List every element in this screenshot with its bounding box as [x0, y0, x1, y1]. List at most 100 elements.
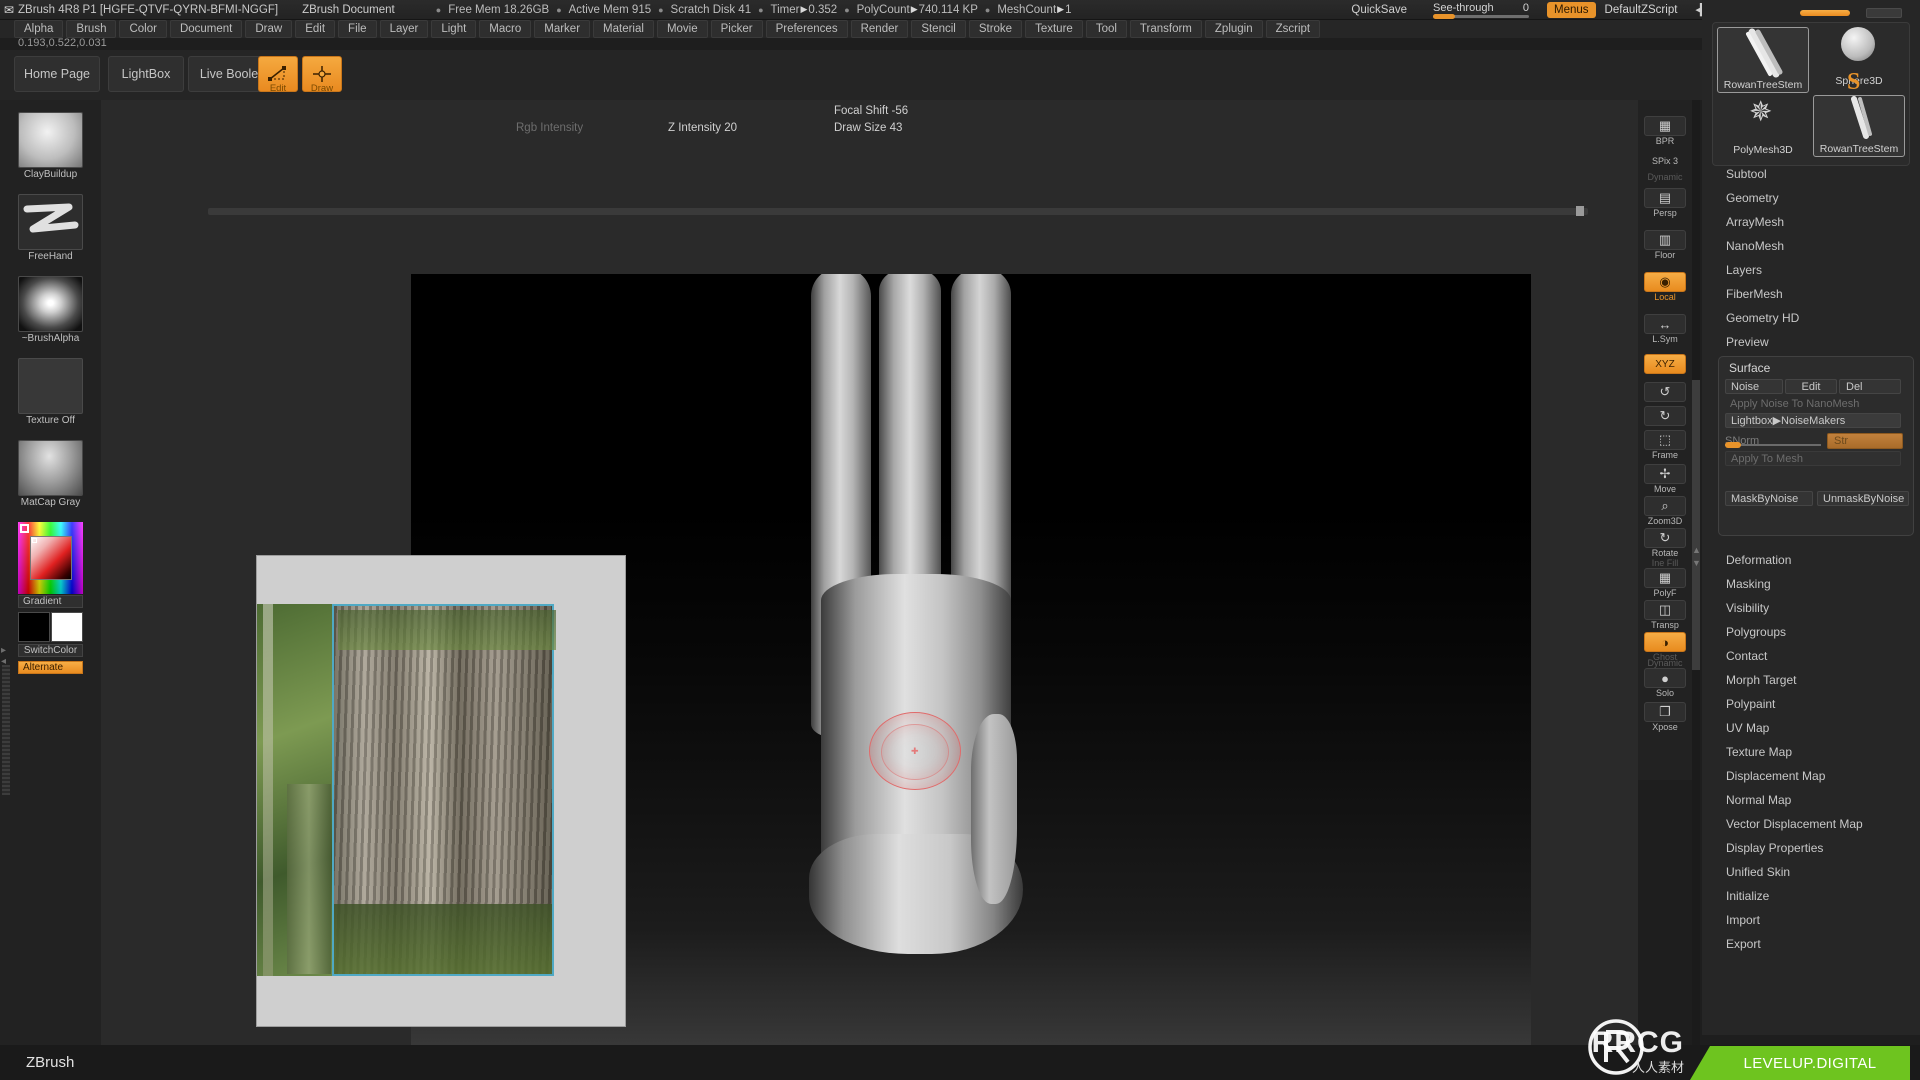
- tray-section-vector-displacement-map[interactable]: Vector Displacement Map: [1726, 817, 1863, 831]
- menu-picker[interactable]: Picker: [710, 20, 763, 38]
- tray-section-display-properties[interactable]: Display Properties: [1726, 841, 1823, 855]
- menu-render[interactable]: Render: [850, 20, 909, 38]
- tray-section-layers[interactable]: Layers: [1726, 263, 1762, 277]
- tray-section-arraymesh[interactable]: ArrayMesh: [1726, 215, 1784, 229]
- scroll-up-icon[interactable]: ▲: [1692, 545, 1701, 555]
- bpr-button[interactable]: ▦ BPR: [1644, 116, 1686, 146]
- material-swatch-left[interactable]: MatCap Gray: [18, 440, 83, 508]
- left-tray-collapse-icon[interactable]: ▸ ◂: [1, 645, 6, 667]
- lightbox-button[interactable]: LightBox: [108, 56, 184, 92]
- rotate-button-right[interactable]: ↻ Rotate: [1644, 528, 1686, 558]
- menu-transform[interactable]: Transform: [1129, 20, 1202, 38]
- switch-color-button[interactable]: SwitchColor: [18, 644, 83, 657]
- local-button[interactable]: ◉ Local: [1644, 272, 1686, 302]
- menu-movie[interactable]: Movie: [656, 20, 708, 38]
- tray-section-unified-skin[interactable]: Unified Skin: [1726, 865, 1790, 879]
- surface-title[interactable]: Surface: [1729, 361, 1770, 375]
- xpose-button[interactable]: ❐ Xpose: [1644, 702, 1686, 732]
- polyframe-button[interactable]: ▦ PolyF: [1644, 568, 1686, 598]
- menu-stencil[interactable]: Stencil: [911, 20, 966, 38]
- menu-macro[interactable]: Macro: [479, 20, 532, 38]
- tray-button-top[interactable]: [1866, 8, 1902, 18]
- menu-marker[interactable]: Marker: [534, 20, 591, 38]
- noise-button[interactable]: Noise: [1725, 379, 1783, 394]
- primary-color-swatch[interactable]: [18, 612, 50, 642]
- tray-section-geometry[interactable]: Geometry: [1726, 191, 1779, 205]
- floor-button[interactable]: ▥ Floor: [1644, 230, 1686, 260]
- tray-section-masking[interactable]: Masking: [1726, 577, 1771, 591]
- tray-slider-top[interactable]: [1800, 10, 1850, 16]
- apply-to-mesh-button[interactable]: Apply To Mesh: [1725, 451, 1901, 466]
- see-through-knob[interactable]: [1433, 13, 1456, 19]
- menu-preferences[interactable]: Preferences: [765, 20, 848, 38]
- menu-material[interactable]: Material: [593, 20, 654, 38]
- tool-thumb-rowantreestem-2[interactable]: RowanTreeStem: [1813, 95, 1905, 157]
- tray-section-deformation[interactable]: Deformation: [1726, 553, 1791, 567]
- texture-swatch[interactable]: Texture Off: [18, 358, 83, 426]
- menu-draw[interactable]: Draw: [245, 20, 293, 38]
- zscript-label[interactable]: DefaultZScript: [1605, 4, 1678, 16]
- home-page-button[interactable]: Home Page: [14, 56, 100, 92]
- tool-thumb-rowantreestem-1[interactable]: RowanTreeStem: [1717, 27, 1809, 93]
- scroll-down-icon[interactable]: ▼: [1692, 558, 1701, 568]
- tray-section-preview[interactable]: Preview: [1726, 335, 1769, 349]
- persp-button[interactable]: ▤ Persp: [1644, 188, 1686, 218]
- noise-edit-button[interactable]: Edit: [1785, 379, 1837, 394]
- menu-file[interactable]: File: [338, 20, 377, 38]
- color-picker[interactable]: [18, 522, 83, 594]
- tray-section-texture-map[interactable]: Texture Map: [1726, 745, 1792, 759]
- tray-section-fibermesh[interactable]: FiberMesh: [1726, 287, 1783, 301]
- menu-color[interactable]: Color: [119, 20, 167, 38]
- mask-by-noise-button[interactable]: MaskByNoise: [1725, 491, 1813, 506]
- tray-section-nanomesh[interactable]: NanoMesh: [1726, 239, 1784, 253]
- tool-thumb-polymesh3d[interactable]: ✵ PolyMesh3D: [1717, 95, 1809, 157]
- unmask-by-noise-button[interactable]: UnmaskByNoise: [1817, 491, 1909, 506]
- right-tray-scrollbar[interactable]: [1692, 100, 1700, 1060]
- tray-section-morph-target[interactable]: Morph Target: [1726, 673, 1796, 687]
- tray-section-polypaint[interactable]: Polypaint: [1726, 697, 1775, 711]
- tray-section-export[interactable]: Export: [1726, 937, 1761, 951]
- quicksave-button[interactable]: QuickSave: [1351, 4, 1407, 16]
- alternate-button[interactable]: Alternate: [18, 661, 83, 674]
- tray-section-visibility[interactable]: Visibility: [1726, 601, 1769, 615]
- tray-section-uv-map[interactable]: UV Map: [1726, 721, 1769, 735]
- menu-tool[interactable]: Tool: [1085, 20, 1127, 38]
- taskbar-app-name[interactable]: ZBrush: [26, 1054, 74, 1071]
- reference-image-window[interactable]: [256, 555, 626, 1027]
- menu-document[interactable]: Document: [169, 20, 243, 38]
- menu-texture[interactable]: Texture: [1025, 20, 1083, 38]
- tray-section-subtool[interactable]: Subtool: [1726, 167, 1767, 181]
- lsym-button[interactable]: ↔ L.Sym: [1644, 314, 1686, 344]
- solo-button[interactable]: ● Solo: [1644, 668, 1686, 698]
- noise-del-button[interactable]: Del: [1839, 379, 1901, 394]
- tray-section-polygroups[interactable]: Polygroups: [1726, 625, 1786, 639]
- menu-brush[interactable]: Brush: [66, 20, 117, 38]
- menu-alpha[interactable]: Alpha: [14, 20, 64, 38]
- transparency-button[interactable]: ◫ Transp: [1644, 600, 1686, 630]
- menu-zscript[interactable]: Zscript: [1265, 20, 1321, 38]
- tray-section-normal-map[interactable]: Normal Map: [1726, 793, 1791, 807]
- stroke-swatch[interactable]: FreeHand: [18, 194, 83, 262]
- spix-button[interactable]: SPix 3: [1644, 156, 1686, 166]
- tray-section-contact[interactable]: Contact: [1726, 649, 1767, 663]
- zoom3d-button[interactable]: ⌕ Zoom3D: [1644, 496, 1686, 526]
- frame-button[interactable]: ⬚ Frame: [1644, 430, 1686, 460]
- gradient-button[interactable]: Gradient: [18, 595, 83, 608]
- reset-view-button[interactable]: ↻: [1644, 406, 1686, 426]
- snorm-slider[interactable]: SNorm: [1725, 435, 1821, 448]
- menu-zplugin[interactable]: Zplugin: [1204, 20, 1263, 38]
- tray-section-import[interactable]: Import: [1726, 913, 1760, 927]
- reference-photo-bark[interactable]: [332, 604, 556, 976]
- menu-layer[interactable]: Layer: [379, 20, 429, 38]
- secondary-color-swatch[interactable]: [51, 612, 83, 642]
- tray-section-geometry-hd[interactable]: Geometry HD: [1726, 311, 1799, 325]
- lightbox-noisemakers-button[interactable]: Lightbox▶NoiseMakers: [1725, 413, 1901, 428]
- tray-section-displacement-map[interactable]: Displacement Map: [1726, 769, 1825, 783]
- menu-stroke[interactable]: Stroke: [968, 20, 1023, 38]
- canvas-area[interactable]: ✚: [101, 100, 1638, 1080]
- left-tray-resize-handle[interactable]: [2, 665, 10, 795]
- reference-photo-forest[interactable]: [257, 604, 332, 976]
- menus-button[interactable]: Menus: [1547, 1, 1596, 18]
- document-scroll-bar[interactable]: [208, 206, 1588, 216]
- xyz-button[interactable]: XYZ: [1644, 354, 1686, 374]
